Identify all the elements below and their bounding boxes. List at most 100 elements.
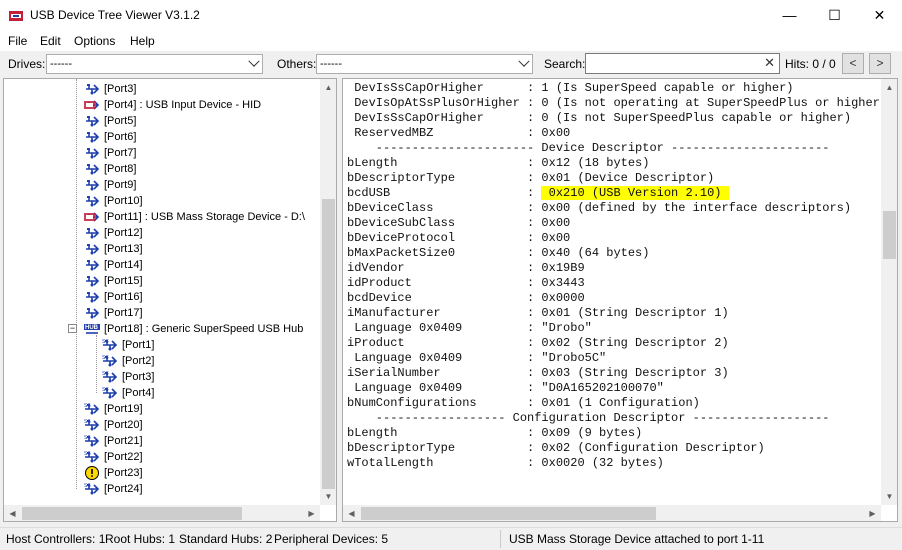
superspeed-port-icon: SS xyxy=(102,370,118,384)
menu-file[interactable]: File xyxy=(8,34,27,48)
descriptor-line: bDeviceSubClass : 0x00 xyxy=(347,216,571,230)
tree-horizontal-scrollbar[interactable]: ◀ ▶ xyxy=(4,505,320,521)
tree-item-label: [Port3] xyxy=(104,83,137,95)
tree-item-label: [Port20] xyxy=(104,419,143,431)
highlighted-value: 0x210 (USB Version 2.10) xyxy=(541,186,729,200)
maximize-button[interactable]: ☐ xyxy=(812,0,857,31)
descriptor-line: Language 0x0409 : "Drobo" xyxy=(347,321,592,335)
descriptor-line: Language 0x0409 : "Drobo5C" xyxy=(347,351,607,365)
close-button[interactable]: ✕ xyxy=(857,0,902,31)
window-title: USB Device Tree Viewer V3.1.2 xyxy=(30,8,200,22)
detail-hscroll-thumb[interactable] xyxy=(361,507,656,520)
superspeed-port-icon: SS xyxy=(102,386,118,400)
collapse-toggle[interactable]: − xyxy=(68,324,77,333)
tree-scroll-thumb[interactable] xyxy=(322,199,335,489)
menu-help[interactable]: Help xyxy=(130,34,155,48)
descriptor-line: bcdDevice : 0x0000 xyxy=(347,291,585,305)
tree-item-label: [Port1] xyxy=(122,339,155,351)
usb-hub-icon: HUB xyxy=(84,322,100,336)
descriptor-line: ReservedMBZ : 0x00 xyxy=(347,126,571,140)
superspeed-port-icon: SS xyxy=(84,402,100,416)
usb-port-icon xyxy=(84,146,100,160)
tree-item-label: [Port12] xyxy=(104,227,143,239)
minimize-button[interactable]: — xyxy=(767,0,812,31)
status-separator xyxy=(500,530,501,548)
superspeed-port-icon: SS xyxy=(102,354,118,368)
descriptor-line: idProduct : 0x3443 xyxy=(347,276,585,290)
tree-vertical-scrollbar[interactable]: ▲ ▼ xyxy=(320,79,336,505)
scroll-left-arrow-icon[interactable]: ◀ xyxy=(343,505,360,521)
svg-text:SS: SS xyxy=(102,355,109,361)
tree-hscroll-thumb[interactable] xyxy=(22,507,242,520)
status-root-hubs: Root Hubs: 1 xyxy=(105,532,176,546)
superspeed-port-icon: SS xyxy=(102,338,118,352)
svg-text:HUB: HUB xyxy=(85,325,99,331)
next-hit-label: > xyxy=(876,56,884,70)
menu-options[interactable]: Options xyxy=(74,34,115,48)
prev-hit-label: < xyxy=(849,56,857,70)
scroll-down-arrow-icon[interactable]: ▼ xyxy=(320,488,336,505)
descriptor-line: bDescriptorType : 0x01 (Device Descripto… xyxy=(347,171,715,185)
scroll-right-arrow-icon[interactable]: ▶ xyxy=(303,505,320,521)
usb-port-icon xyxy=(84,290,100,304)
detail-horizontal-scrollbar[interactable]: ◀ ▶ xyxy=(343,505,881,521)
tree-item-label: [Port4] xyxy=(122,387,155,399)
usb-port-icon xyxy=(84,82,100,96)
title-bar: USB Device Tree Viewer V3.1.2 — ☐ ✕ xyxy=(0,0,902,31)
drives-combo[interactable]: ------ xyxy=(46,54,263,74)
svg-text:SS: SS xyxy=(84,451,91,457)
detail-vertical-scrollbar[interactable]: ▲ ▼ xyxy=(881,79,897,505)
descriptor-line: wTotalLength : 0x0020 (32 bytes) xyxy=(347,456,664,470)
descriptor-line: iManufacturer : 0x01 (String Descriptor … xyxy=(347,306,729,320)
status-bar: Host Controllers: 1 Root Hubs: 1 Standar… xyxy=(0,527,902,550)
scroll-up-arrow-icon[interactable]: ▲ xyxy=(320,79,336,96)
scroll-up-arrow-icon[interactable]: ▲ xyxy=(881,79,897,96)
clear-search-icon[interactable]: ✕ xyxy=(764,55,775,71)
descriptor-text: DevIsSsCapOrHigher : 1 (Is SuperSpeed ca… xyxy=(347,81,887,471)
svg-text:SS: SS xyxy=(84,483,91,489)
usb-device-icon xyxy=(84,210,100,224)
usb-port-icon xyxy=(84,258,100,272)
detail-scroll-thumb[interactable] xyxy=(883,211,896,259)
menu-bar: File Edit Options Help xyxy=(0,31,902,51)
descriptor-line: ---------------------- Device Descriptor… xyxy=(347,141,830,155)
tree-item-label: [Port9] xyxy=(104,179,137,191)
usb-port-icon xyxy=(84,114,100,128)
usb-port-icon xyxy=(84,130,100,144)
descriptor-line: DevIsOpAtSsPlusOrHigher : 0 (Is not oper… xyxy=(347,96,888,110)
tree-guide-line-sub xyxy=(96,335,98,393)
descriptor-line: bLength : 0x12 (18 bytes) xyxy=(347,156,650,170)
others-label: Others: xyxy=(277,57,317,71)
svg-text:SS: SS xyxy=(84,435,91,441)
usb-port-icon xyxy=(84,178,100,192)
scroll-right-arrow-icon[interactable]: ▶ xyxy=(864,505,881,521)
tree-item-label: [Port4] : USB Input Device - HID xyxy=(104,99,262,111)
prev-hit-button[interactable]: < xyxy=(842,53,864,74)
svg-text:SS: SS xyxy=(102,339,109,345)
search-input[interactable]: ✕ xyxy=(585,53,780,74)
tree-item-label: [Port3] xyxy=(122,371,155,383)
tree-item-label: [Port11] : USB Mass Storage Device - D:\ xyxy=(104,211,305,223)
tree-item-label: [Port22] xyxy=(104,451,143,463)
menu-edit[interactable]: Edit xyxy=(40,34,61,48)
superspeed-port-icon: SS xyxy=(84,450,100,464)
descriptor-line: idVendor : 0x19B9 xyxy=(347,261,585,275)
descriptor-detail-pane[interactable]: DevIsSsCapOrHigher : 1 (Is SuperSpeed ca… xyxy=(342,78,898,522)
usb-port-icon xyxy=(84,274,100,288)
scroll-down-arrow-icon[interactable]: ▼ xyxy=(881,488,897,505)
superspeed-port-icon: SS xyxy=(84,482,100,496)
status-message: USB Mass Storage Device attached to port… xyxy=(509,532,765,546)
next-hit-button[interactable]: > xyxy=(869,53,891,74)
descriptor-line: iProduct : 0x02 (String Descriptor 2) xyxy=(347,336,729,350)
usb-port-icon xyxy=(84,194,100,208)
others-combo[interactable]: ------ xyxy=(316,54,533,74)
tree-item-label: [Port8] xyxy=(104,163,137,175)
tree-item-label: [Port10] xyxy=(104,195,143,207)
device-tree-pane[interactable]: [Port3] [Port4] : USB Input Device - HID [… xyxy=(3,78,337,522)
descriptor-line: bMaxPacketSize0 : 0x40 (64 bytes) xyxy=(347,246,650,260)
descriptor-line: Language 0x0409 : "D0A165202100070" xyxy=(347,381,664,395)
tree-item-label: [Port16] xyxy=(104,291,143,303)
descriptor-line: bNumConfigurations : 0x01 (1 Configurati… xyxy=(347,396,700,410)
scroll-left-arrow-icon[interactable]: ◀ xyxy=(4,505,21,521)
descriptor-line: iSerialNumber : 0x03 (String Descriptor … xyxy=(347,366,729,380)
